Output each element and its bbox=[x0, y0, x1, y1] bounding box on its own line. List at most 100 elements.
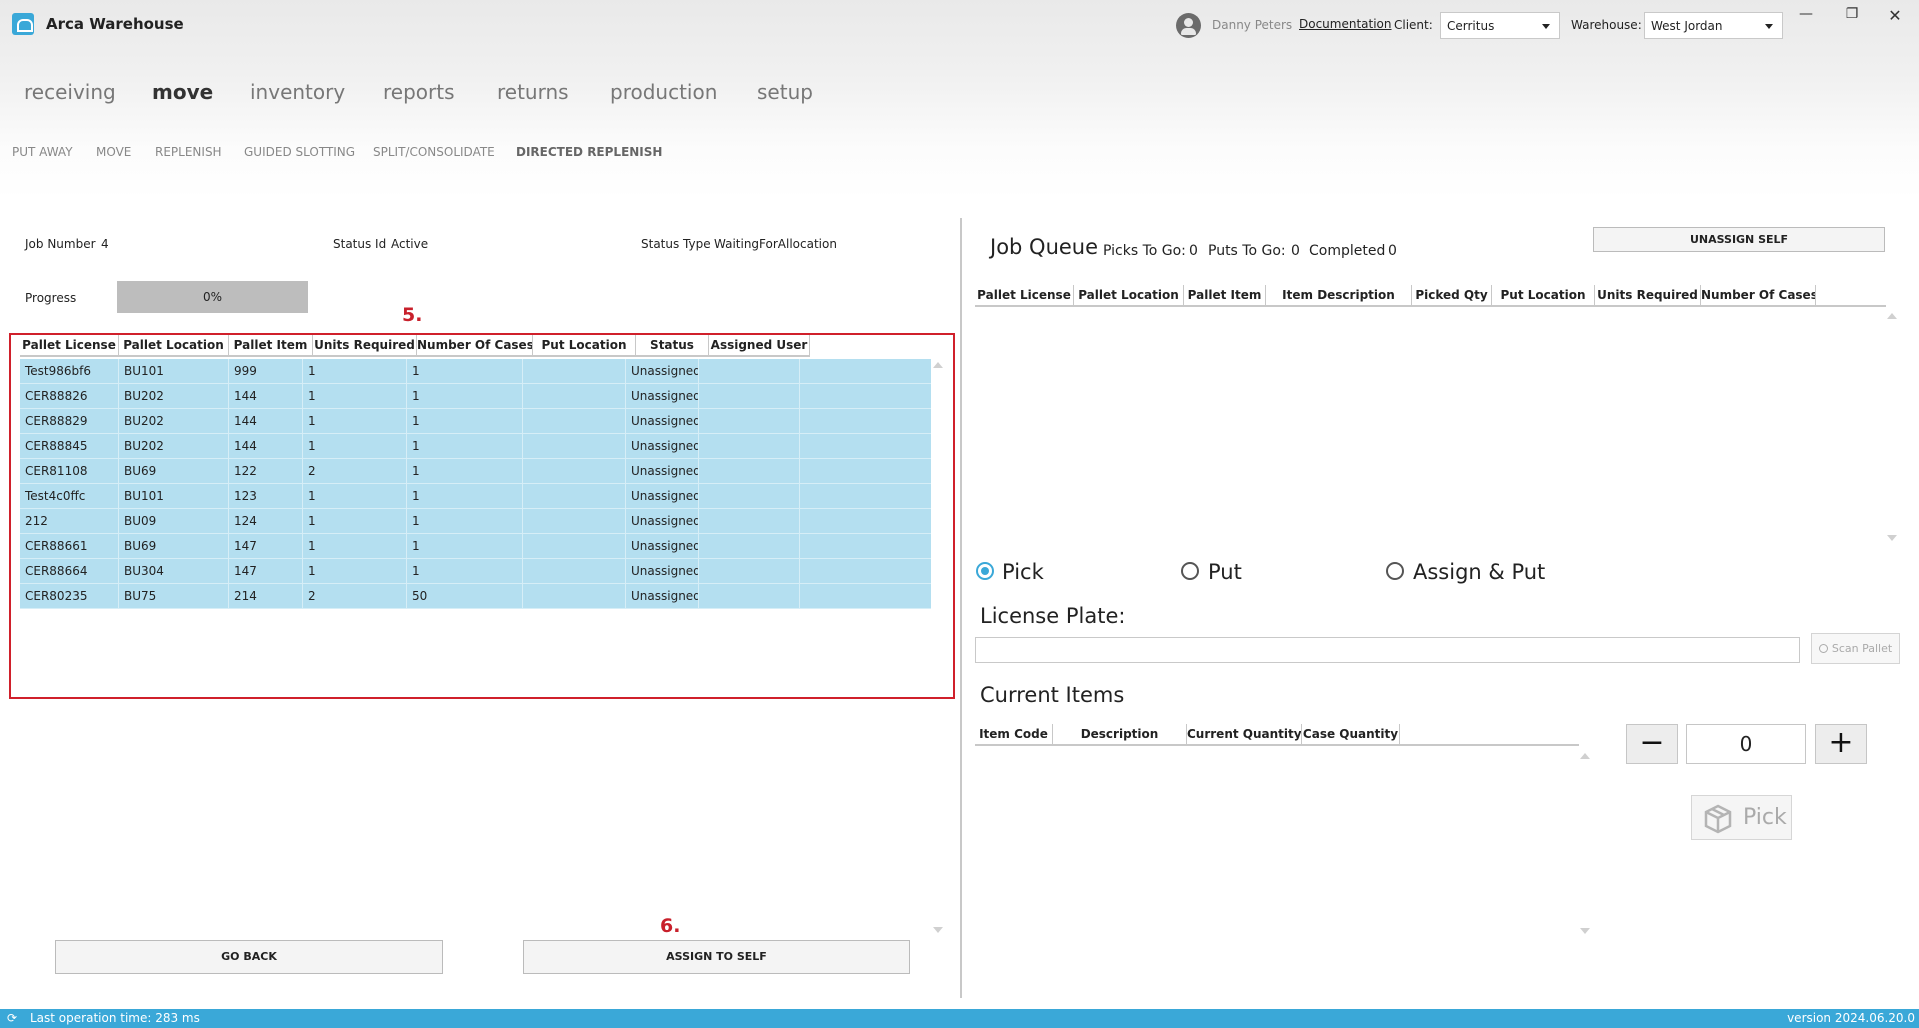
table-cell: Unassigned bbox=[626, 484, 699, 508]
nav-inventory[interactable]: inventory bbox=[250, 80, 345, 104]
scroll-up-icon[interactable] bbox=[933, 362, 943, 368]
user-name[interactable]: Danny Peters bbox=[1212, 18, 1292, 32]
table-cell: Unassigned bbox=[626, 434, 699, 458]
subnav-split-consolidate[interactable]: SPLIT/CONSOLIDATE bbox=[373, 145, 495, 159]
scroll-down-icon[interactable] bbox=[1887, 535, 1897, 541]
table-cell bbox=[800, 434, 931, 458]
col-pallet-location[interactable]: Pallet Location bbox=[119, 335, 229, 355]
quantity-field[interactable]: 0 bbox=[1686, 724, 1806, 764]
table-row[interactable]: Test4c0ffc BU101 123 1 1 Unassigned bbox=[20, 484, 931, 509]
unassign-self-button[interactable]: UNASSIGN SELF bbox=[1593, 227, 1885, 252]
put-radio-label[interactable]: Put bbox=[1208, 560, 1242, 584]
col-assigned-user[interactable]: Assigned User bbox=[709, 335, 810, 355]
table-cell: 147 bbox=[229, 559, 303, 583]
table-cell: 1 bbox=[303, 384, 407, 408]
close-window-icon[interactable]: ✕ bbox=[1885, 6, 1905, 25]
table-cell bbox=[699, 509, 800, 533]
subnav-guided-slotting[interactable]: GUIDED SLOTTING bbox=[244, 145, 355, 159]
job-number-label: Job Number bbox=[25, 237, 96, 251]
jq-col-spacer bbox=[1816, 285, 1884, 305]
ci-col-description[interactable]: Description bbox=[1053, 724, 1187, 744]
col-units-required[interactable]: Units Required bbox=[313, 335, 417, 355]
table-cell: 1 bbox=[303, 409, 407, 433]
nav-returns[interactable]: returns bbox=[497, 80, 569, 104]
table-cell: Unassigned bbox=[626, 459, 699, 483]
nav-production[interactable]: production bbox=[610, 80, 717, 104]
user-avatar-icon[interactable] bbox=[1176, 13, 1201, 38]
col-status[interactable]: Status bbox=[636, 335, 709, 355]
table-cell bbox=[523, 359, 626, 383]
table-cell: 144 bbox=[229, 384, 303, 408]
nav-move[interactable]: move bbox=[152, 80, 213, 104]
subnav-directed-replenish[interactable]: DIRECTED REPLENISH bbox=[516, 145, 662, 159]
table-row[interactable]: CER88826 BU202 144 1 1 Unassigned bbox=[20, 384, 931, 409]
scroll-down-icon[interactable] bbox=[933, 927, 943, 933]
col-pallet-license[interactable]: Pallet License bbox=[20, 335, 119, 355]
jq-col-picked-qty[interactable]: Picked Qty bbox=[1412, 285, 1492, 305]
progress-text: 0% bbox=[202, 290, 223, 304]
pick-button[interactable]: Pick bbox=[1691, 795, 1792, 840]
col-put-location[interactable]: Put Location bbox=[533, 335, 636, 355]
table-cell bbox=[523, 434, 626, 458]
ci-col-case-quantity[interactable]: Case Quantity bbox=[1302, 724, 1400, 744]
status-type-label: Status Type bbox=[641, 237, 711, 251]
table-cell: CER88661 bbox=[20, 534, 119, 558]
table-cell: 50 bbox=[407, 584, 523, 608]
jq-col-number-of-cases[interactable]: Number Of Cases bbox=[1701, 285, 1816, 305]
table-row[interactable]: CER88661 BU69 147 1 1 Unassigned bbox=[20, 534, 931, 559]
refresh-icon[interactable]: ⟳ bbox=[7, 1009, 17, 1028]
status-id-label: Status Id bbox=[333, 237, 387, 251]
jq-col-pallet-location[interactable]: Pallet Location bbox=[1074, 285, 1184, 305]
table-cell: BU202 bbox=[119, 409, 229, 433]
assign-to-self-button[interactable]: ASSIGN TO SELF bbox=[523, 940, 910, 974]
table-row[interactable]: CER88845 BU202 144 1 1 Unassigned bbox=[20, 434, 931, 459]
table-cell bbox=[800, 359, 931, 383]
jq-col-pallet-license[interactable]: Pallet License bbox=[975, 285, 1074, 305]
subnav-replenish[interactable]: REPLENISH bbox=[155, 145, 222, 159]
assign-put-radio[interactable] bbox=[1386, 562, 1404, 580]
subnav-move[interactable]: MOVE bbox=[96, 145, 131, 159]
put-radio[interactable] bbox=[1181, 562, 1199, 580]
jq-col-pallet-item[interactable]: Pallet Item bbox=[1184, 285, 1266, 305]
table-cell: CER88829 bbox=[20, 409, 119, 433]
table-row[interactable]: CER80235 BU75 214 2 50 Unassigned bbox=[20, 584, 931, 609]
jq-col-put-location[interactable]: Put Location bbox=[1492, 285, 1595, 305]
subnav-put-away[interactable]: PUT AWAY bbox=[12, 145, 73, 159]
warehouse-select[interactable]: West Jordan bbox=[1644, 12, 1783, 39]
col-pallet-item[interactable]: Pallet Item bbox=[229, 335, 313, 355]
nav-reports[interactable]: reports bbox=[383, 80, 455, 104]
minimize-window-icon[interactable]: — bbox=[1796, 6, 1816, 22]
scan-pallet-button[interactable]: Scan Pallet bbox=[1811, 633, 1900, 664]
col-number-of-cases[interactable]: Number Of Cases bbox=[417, 335, 533, 355]
table-row[interactable]: CER88829 BU202 144 1 1 Unassigned bbox=[20, 409, 931, 434]
documentation-link[interactable]: Documentation bbox=[1299, 17, 1392, 31]
table-cell: CER88664 bbox=[20, 559, 119, 583]
client-select[interactable]: Cerritus bbox=[1440, 12, 1560, 39]
table-cell: CER80235 bbox=[20, 584, 119, 608]
ci-col-current-quantity[interactable]: Current Quantity bbox=[1187, 724, 1302, 744]
pick-radio-label[interactable]: Pick bbox=[1002, 560, 1044, 584]
scroll-up-icon[interactable] bbox=[1580, 753, 1590, 759]
table-row[interactable]: Test986bf6 BU101 999 1 1 Unassigned bbox=[20, 359, 931, 384]
pick-radio[interactable] bbox=[976, 562, 994, 580]
assign-put-radio-label[interactable]: Assign & Put bbox=[1413, 560, 1545, 584]
table-row[interactable]: CER81108 BU69 122 2 1 Unassigned bbox=[20, 459, 931, 484]
decrement-button[interactable]: − bbox=[1626, 724, 1678, 764]
go-back-button[interactable]: GO BACK bbox=[55, 940, 443, 974]
restore-window-icon[interactable]: ❐ bbox=[1842, 6, 1862, 22]
table-row[interactable]: CER88664 BU304 147 1 1 Unassigned bbox=[20, 559, 931, 584]
table-cell: 1 bbox=[407, 359, 523, 383]
scroll-up-icon[interactable] bbox=[1887, 313, 1897, 319]
nav-setup[interactable]: setup bbox=[757, 80, 813, 104]
nav-receiving[interactable]: receiving bbox=[24, 80, 116, 104]
jq-col-units-required[interactable]: Units Required bbox=[1595, 285, 1701, 305]
table-cell bbox=[699, 409, 800, 433]
license-plate-input[interactable] bbox=[975, 637, 1800, 663]
jq-col-item-description[interactable]: Item Description bbox=[1266, 285, 1412, 305]
scroll-down-icon[interactable] bbox=[1580, 928, 1590, 934]
table-cell: Unassigned bbox=[626, 584, 699, 608]
pick-button-label: Pick bbox=[1743, 805, 1787, 830]
ci-col-item-code[interactable]: Item Code bbox=[975, 724, 1053, 744]
table-row[interactable]: 212 BU09 124 1 1 Unassigned bbox=[20, 509, 931, 534]
increment-button[interactable]: + bbox=[1815, 724, 1867, 764]
